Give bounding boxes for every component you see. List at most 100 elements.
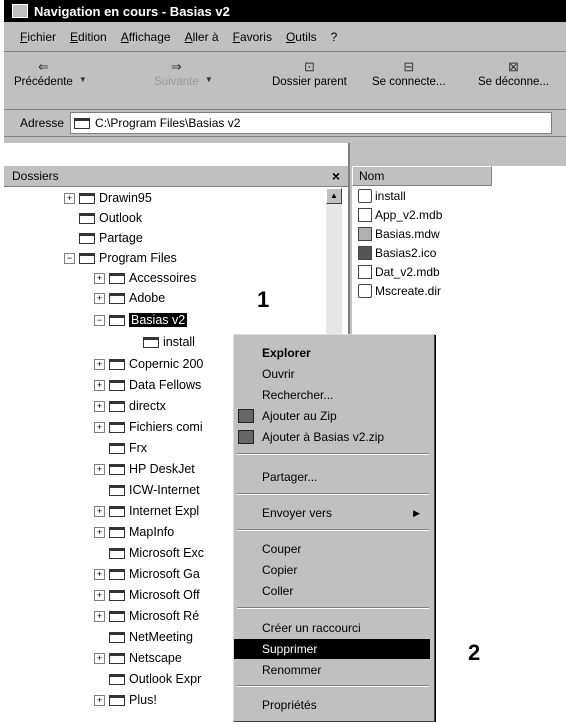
- collapse-icon[interactable]: −: [94, 314, 105, 326]
- expand-icon[interactable]: +: [94, 379, 105, 391]
- menu-view[interactable]: Affichage: [121, 30, 171, 44]
- file-item[interactable]: Mscreate.dir: [352, 281, 566, 300]
- file-item[interactable]: Basias.mdw: [352, 224, 566, 243]
- file-item[interactable]: App_v2.mdb: [352, 205, 566, 224]
- tree-item[interactable]: install: [128, 332, 195, 352]
- folder-icon: [109, 292, 125, 304]
- expand-icon[interactable]: +: [94, 463, 105, 475]
- file-item[interactable]: Dat_v2.mdb: [352, 262, 566, 281]
- tree-item[interactable]: + MapInfo: [94, 522, 174, 542]
- column-header-name[interactable]: Nom: [352, 166, 492, 186]
- menu-separator: [237, 685, 429, 687]
- back-dropdown-icon[interactable]: ▼: [79, 75, 87, 84]
- expand-icon[interactable]: +: [94, 652, 105, 664]
- tree-item[interactable]: NetMeeting: [94, 627, 193, 647]
- menu-edit[interactable]: Edition: [70, 30, 107, 44]
- folders-pane-title: Dossiers: [12, 169, 59, 183]
- tree-item[interactable]: − Program Files: [64, 248, 177, 268]
- menu-item-create-shortcut[interactable]: Créer un raccourci: [234, 618, 430, 638]
- tree-item-selected[interactable]: − Basias v2: [94, 310, 188, 330]
- disconnect-drive-icon: ⊠: [508, 59, 519, 74]
- context-menu: Explorer Ouvrir Rechercher... Ajouter au…: [233, 334, 435, 722]
- tree-item[interactable]: + Microsoft Off: [94, 585, 200, 605]
- file-item[interactable]: install: [352, 186, 566, 205]
- menu-item-open[interactable]: Ouvrir: [234, 364, 430, 384]
- expand-icon[interactable]: +: [94, 505, 105, 517]
- menu-help[interactable]: ?: [331, 30, 338, 44]
- shortcut-file-icon: [358, 207, 372, 222]
- address-field[interactable]: C:\Program Files\Basias v2: [70, 112, 553, 134]
- expand-icon[interactable]: +: [64, 192, 75, 204]
- menu-item-copy[interactable]: Copier: [234, 560, 430, 580]
- forward-button[interactable]: ⇒ Suivante ▼: [154, 59, 213, 88]
- tree-item[interactable]: Outlook Expr: [94, 669, 201, 689]
- menu-tools[interactable]: Outils: [286, 30, 317, 44]
- folder-icon: [109, 442, 125, 454]
- tree-item[interactable]: + Netscape: [94, 648, 182, 668]
- tree-item[interactable]: + Copernic 200: [94, 354, 203, 374]
- tree-item[interactable]: Outlook: [64, 208, 142, 228]
- folder-scrollbar[interactable]: ▲: [326, 188, 342, 348]
- folder-icon: [109, 568, 125, 580]
- image-file-icon: [358, 245, 372, 260]
- tree-item[interactable]: + Accessoires: [94, 268, 196, 288]
- folder-icon: [109, 610, 125, 622]
- tree-item[interactable]: Partage: [64, 228, 143, 248]
- folder-icon: [143, 336, 159, 348]
- menu-favorites[interactable]: Favoris: [233, 30, 272, 44]
- tree-item[interactable]: + Data Fellows: [94, 375, 201, 395]
- menu-item-properties[interactable]: Propriétés: [234, 695, 430, 715]
- tree-item[interactable]: Microsoft Exc: [94, 543, 204, 563]
- shared-folder-icon: [79, 232, 95, 244]
- menu-separator: [237, 453, 429, 455]
- disconnect-button[interactable]: ⊠ Se déconne...: [478, 59, 549, 88]
- menu-item-paste[interactable]: Coller: [234, 581, 430, 601]
- menu-item-send-to[interactable]: Envoyer vers ▶: [234, 503, 430, 523]
- folder-icon: [109, 694, 125, 706]
- tree-item[interactable]: + Fichiers comi: [94, 417, 203, 437]
- folder-icon: [109, 400, 125, 412]
- expand-icon[interactable]: +: [94, 610, 105, 622]
- menu-item-share[interactable]: Partager...: [234, 467, 430, 487]
- tree-item[interactable]: ICW-Internet: [94, 480, 200, 500]
- menu-item-cut[interactable]: Couper: [234, 539, 430, 559]
- menu-item-delete[interactable]: Supprimer: [234, 639, 430, 659]
- close-pane-icon[interactable]: ×: [332, 168, 340, 184]
- tree-item[interactable]: + Drawin95: [64, 188, 152, 208]
- disconnect-label: Se déconne...: [478, 76, 549, 88]
- menu-file[interactable]: Fichier: [20, 30, 56, 44]
- menu-item-add-zip[interactable]: Ajouter au Zip: [234, 406, 430, 426]
- tree-item[interactable]: Frx: [94, 438, 147, 458]
- file-item[interactable]: Basias2.ico: [352, 243, 566, 262]
- expand-icon[interactable]: +: [94, 568, 105, 580]
- tree-item[interactable]: + Internet Expl: [94, 501, 199, 521]
- menu-item-rename[interactable]: Renommer: [234, 660, 430, 680]
- expand-icon[interactable]: +: [94, 421, 105, 433]
- tree-item[interactable]: + Microsoft Ga: [94, 564, 200, 584]
- connect-button[interactable]: ⊟ Se connecte...: [372, 59, 446, 88]
- tree-item[interactable]: + Adobe: [94, 288, 165, 308]
- expand-icon[interactable]: +: [94, 272, 105, 284]
- tree-item[interactable]: + Plus!: [94, 690, 157, 710]
- scroll-up-icon[interactable]: ▲: [326, 188, 342, 204]
- expand-icon[interactable]: +: [94, 526, 105, 538]
- expand-icon[interactable]: +: [94, 400, 105, 412]
- expand-icon[interactable]: +: [94, 589, 105, 601]
- tree-item[interactable]: + Microsoft Ré: [94, 606, 199, 626]
- expand-icon[interactable]: +: [94, 292, 105, 304]
- tree-item[interactable]: + HP DeskJet: [94, 459, 195, 479]
- folder-icon: [358, 188, 372, 203]
- document-file-icon: [358, 283, 372, 298]
- expand-icon[interactable]: +: [94, 358, 105, 370]
- forward-dropdown-icon[interactable]: ▼: [205, 75, 213, 84]
- menu-item-search[interactable]: Rechercher...: [234, 385, 430, 405]
- winzip-icon: [238, 409, 254, 423]
- parent-folder-button[interactable]: ⊡ Dossier parent: [272, 59, 347, 88]
- collapse-icon[interactable]: −: [64, 252, 75, 264]
- tree-item[interactable]: + directx: [94, 396, 166, 416]
- menu-go[interactable]: Aller à: [185, 30, 219, 44]
- menu-item-explore[interactable]: Explorer: [234, 343, 430, 363]
- expand-icon[interactable]: +: [94, 694, 105, 706]
- menu-item-add-named-zip[interactable]: Ajouter à Basias v2.zip: [234, 427, 430, 447]
- back-button[interactable]: ⇐ Précédente ▼: [14, 59, 87, 88]
